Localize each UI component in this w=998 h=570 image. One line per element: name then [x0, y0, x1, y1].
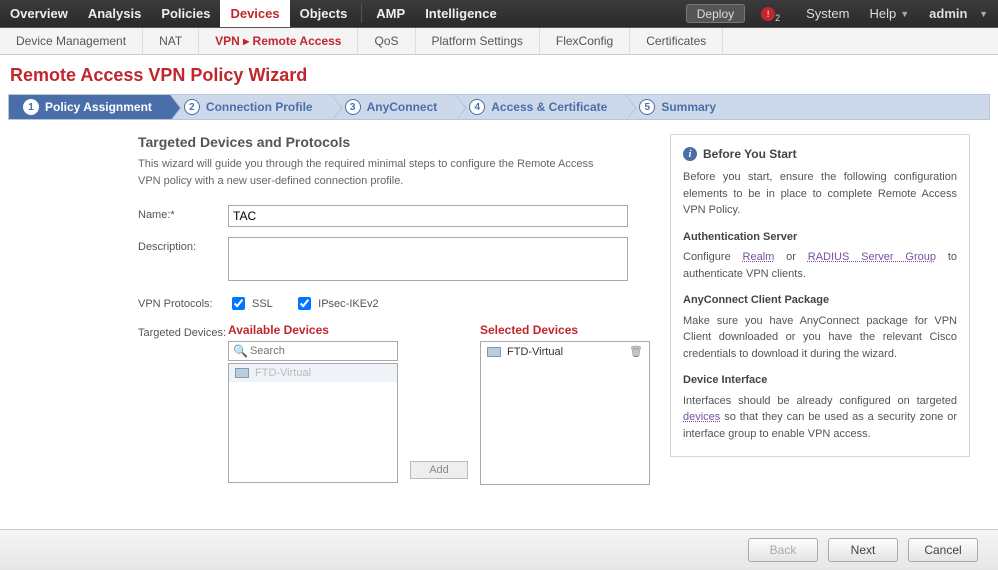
list-item: FTD-Virtual: [229, 364, 397, 382]
subnav-vpn-remote-access[interactable]: VPN ▸ Remote Access: [199, 28, 358, 54]
chevron-down-icon: ▼: [900, 9, 909, 19]
nav-analysis[interactable]: Analysis: [78, 0, 151, 27]
deploy-button[interactable]: Deploy: [686, 4, 745, 23]
auth-server-text: Configure Realm or RADIUS Server Group t…: [683, 249, 957, 282]
top-nav: Overview Analysis Policies Devices Objec…: [0, 0, 998, 28]
available-devices-header: Available Devices: [228, 323, 398, 337]
back-button[interactable]: Back: [748, 538, 818, 562]
subnav-platform-settings[interactable]: Platform Settings: [416, 28, 540, 54]
wizard-footer: Back Next Cancel: [0, 529, 998, 570]
cancel-button[interactable]: Cancel: [908, 538, 978, 562]
list-item[interactable]: FTD-Virtual 🗑: [481, 342, 649, 361]
available-devices-list[interactable]: FTD-Virtual: [228, 363, 398, 483]
next-button[interactable]: Next: [828, 538, 898, 562]
sub-nav: Device Management NAT VPN ▸ Remote Acces…: [0, 28, 998, 55]
device-icon: [235, 368, 249, 378]
ipsec-checkbox-wrap[interactable]: IPsec-IKEv2: [294, 294, 379, 313]
name-label: Name:*: [138, 205, 228, 227]
device-interface-header: Device Interface: [683, 372, 957, 389]
before-you-start-panel: i Before You Start Before you start, ens…: [670, 134, 970, 457]
alert-count: 2: [775, 13, 780, 23]
section-title: Targeted Devices and Protocols: [138, 134, 650, 150]
ssl-checkbox-wrap[interactable]: SSL: [228, 294, 273, 313]
subnav-flexconfig[interactable]: FlexConfig: [540, 28, 630, 54]
nav-help[interactable]: Help▼: [859, 0, 919, 27]
targeted-devices-label: Targeted Devices:: [138, 323, 228, 339]
info-icon: i: [683, 147, 697, 161]
subnav-nat[interactable]: NAT: [143, 28, 199, 54]
available-search-input[interactable]: [248, 344, 394, 358]
ipsec-checkbox[interactable]: [298, 297, 311, 310]
selected-devices-list[interactable]: FTD-Virtual 🗑: [480, 341, 650, 485]
subnav-qos[interactable]: QoS: [358, 28, 415, 54]
ssl-checkbox[interactable]: [232, 297, 245, 310]
realm-link[interactable]: Realm: [743, 251, 775, 263]
vpn-protocols-label: VPN Protocols:: [138, 294, 228, 313]
nav-system[interactable]: System: [796, 0, 859, 27]
available-search[interactable]: 🔍: [228, 341, 398, 361]
search-icon: 🔍: [233, 344, 248, 358]
wizard-step-summary[interactable]: 5Summary: [625, 95, 734, 119]
nav-intelligence[interactable]: Intelligence: [415, 0, 507, 27]
wizard-step-policy-assignment[interactable]: 1Policy Assignment: [9, 95, 170, 119]
page-title: Remote Access VPN Policy Wizard: [8, 59, 990, 94]
nav-overview[interactable]: Overview: [0, 0, 78, 27]
alerts-indicator[interactable]: ! 2: [751, 0, 796, 27]
devices-link[interactable]: devices: [683, 411, 720, 423]
subnav-certificates[interactable]: Certificates: [630, 28, 723, 54]
radius-link[interactable]: RADIUS Server Group: [808, 251, 936, 263]
nav-devices[interactable]: Devices: [220, 0, 289, 27]
nav-objects[interactable]: Objects: [290, 0, 358, 27]
wizard-step-anyconnect[interactable]: 3AnyConnect: [331, 95, 456, 119]
wizard-steps: 1Policy Assignment 2Connection Profile 3…: [8, 94, 990, 120]
remove-icon[interactable]: 🗑: [629, 345, 643, 358]
anyconnect-text: Make sure you have AnyConnect package fo…: [683, 313, 957, 363]
alert-badge-icon: !: [761, 7, 775, 21]
description-label: Description:: [138, 237, 228, 284]
sidebox-intro: Before you start, ensure the following c…: [683, 169, 957, 219]
device-interface-text: Interfaces should be already configured …: [683, 393, 957, 443]
selected-devices-header: Selected Devices: [480, 323, 650, 337]
nav-user[interactable]: admin ▼: [919, 0, 998, 27]
anyconnect-header: AnyConnect Client Package: [683, 292, 957, 309]
primary-menu: Overview Analysis Policies Devices Objec…: [0, 0, 507, 27]
section-description: This wizard will guide you through the r…: [138, 156, 618, 189]
sidebox-title: Before You Start: [703, 145, 797, 163]
auth-server-header: Authentication Server: [683, 229, 957, 246]
description-input[interactable]: [228, 237, 628, 281]
nav-amp[interactable]: AMP: [366, 0, 415, 27]
subnav-device-management[interactable]: Device Management: [0, 28, 143, 54]
add-button[interactable]: Add: [410, 461, 468, 479]
nav-policies[interactable]: Policies: [151, 0, 220, 27]
name-input[interactable]: [228, 205, 628, 227]
wizard-step-connection-profile[interactable]: 2Connection Profile: [170, 95, 331, 119]
wizard-step-access-certificate[interactable]: 4Access & Certificate: [455, 95, 625, 119]
device-icon: [487, 347, 501, 357]
chevron-down-icon: ▼: [979, 9, 988, 19]
